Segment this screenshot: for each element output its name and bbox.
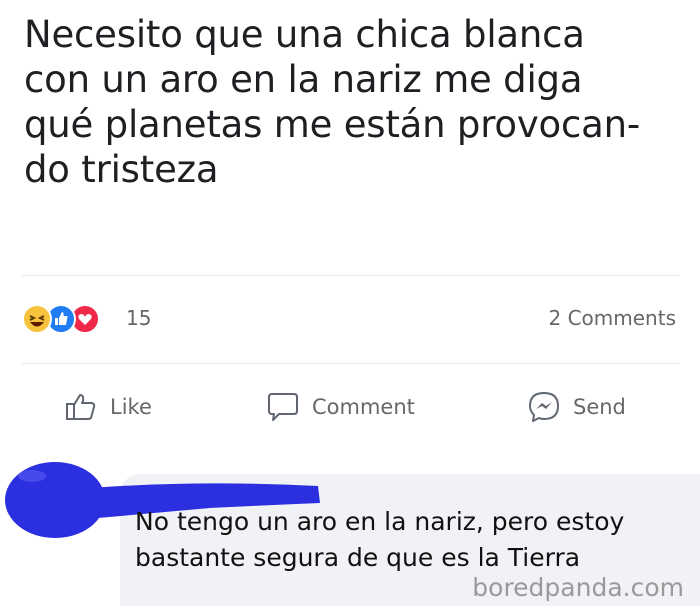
like-label: Like [110,395,152,419]
messenger-icon [529,392,559,422]
divider [22,275,680,276]
post-text-line: do tristeza [24,148,219,191]
reaction-icons[interactable] [22,304,122,334]
haha-emoji-icon [22,304,52,334]
post-text-line: qué planetas me están provocan- [24,103,641,146]
send-button[interactable]: Send [527,385,626,429]
send-label: Send [573,395,626,419]
divider [22,363,680,364]
comment-text-line: No tengo un aro en la nariz, pero estoy [135,507,625,536]
speech-bubble-icon [268,393,298,421]
reaction-count[interactable]: 15 [126,306,151,330]
reactions-summary[interactable]: 15 2 Comments [22,300,676,340]
post-text-line: con un aro en la nariz me diga [24,58,583,101]
post-text: Necesito que una chica blanca con un aro… [24,12,684,192]
comment-button[interactable]: Comment [266,385,415,429]
comment-text: No tengo un aro en la nariz, pero estoy … [135,504,695,576]
comments-count-link[interactable]: 2 Comments [549,306,677,330]
comment-label: Comment [312,395,415,419]
like-button[interactable]: Like [64,385,152,429]
comment-text-line: bastante segura de que es la Tierra [135,543,581,572]
action-bar: Like Comment Send [22,385,676,429]
watermark: boredpanda.com [472,573,684,602]
thumb-up-icon [66,394,96,420]
post-text-line: Necesito que una chica blanca [24,13,585,56]
